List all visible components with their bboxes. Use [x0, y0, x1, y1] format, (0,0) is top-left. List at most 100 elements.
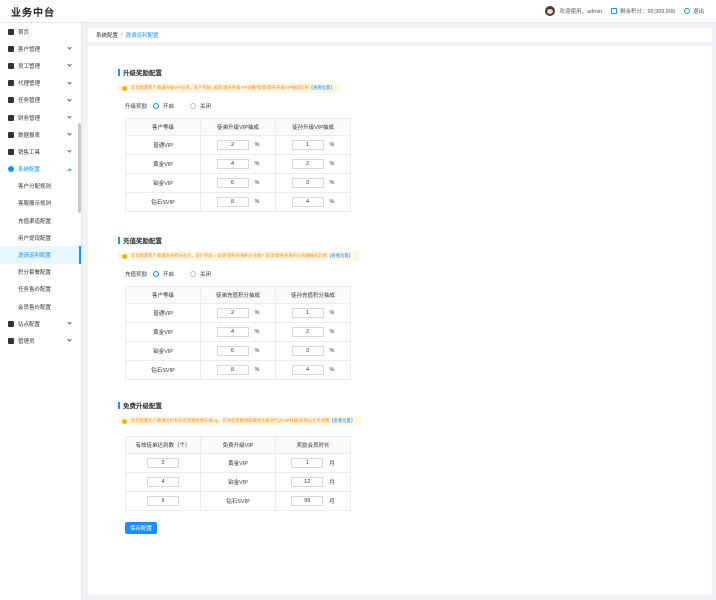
months-input[interactable]: 99: [291, 496, 324, 506]
column-header: 客户等级: [125, 286, 201, 304]
share-icon: [8, 320, 14, 327]
sidebar-item-label: 数据报表: [18, 132, 41, 139]
radio-on[interactable]: 开启: [153, 102, 174, 110]
upgrade-switch: 升级奖励 开启 关闭: [118, 102, 351, 110]
unit-label: %: [329, 329, 335, 335]
save-button[interactable]: 保存配置: [125, 522, 157, 534]
cell: 2%: [200, 135, 276, 155]
radio-off[interactable]: 关闭: [190, 102, 211, 110]
sidebar-item-agents[interactable]: 代理管理: [0, 75, 81, 92]
view-location-link[interactable]: 【查看位置】: [309, 85, 335, 91]
home-icon: [8, 28, 14, 35]
unit-label: %: [254, 180, 260, 186]
percent-input[interactable]: 4: [291, 197, 324, 207]
sidebar-item-finance[interactable]: 财务管理: [0, 109, 81, 126]
level-cell: 铂金VIP: [125, 341, 201, 361]
level-cell: 黄金VIP: [125, 154, 201, 174]
months-input[interactable]: 1: [291, 458, 324, 468]
notice-banner: 您可配置客户邀请充值积分返点，客户奖励 = 徒弟/徒孙充值积分金额 * 徒弟/徒…: [118, 251, 359, 261]
percent-input[interactable]: 8: [216, 197, 249, 207]
radio-label: 开启: [163, 104, 175, 110]
cell: 12 月: [275, 472, 351, 492]
percent-input[interactable]: 6: [216, 346, 249, 356]
sidebar-subitem[interactable]: 任务售价配置: [0, 281, 81, 298]
radio-unchecked-icon: [190, 103, 197, 109]
sidebar-item-label: 管理员: [18, 338, 35, 345]
sidebar-item-label: 客户管理: [18, 46, 41, 53]
sidebar-item-tasks[interactable]: 任务管理: [0, 92, 81, 109]
sidebar-item-sales-tools[interactable]: 销售工具: [0, 143, 81, 160]
table-row: 黄金VIP 4% 2%: [125, 154, 351, 174]
points-text: 剩余积分：99,999,999: [619, 9, 675, 15]
unit-label: 月: [329, 461, 335, 467]
percent-input[interactable]: 2: [216, 140, 249, 150]
table-row: 普通VIP 2% 1%: [125, 135, 351, 155]
sidebar-item-site-config[interactable]: 站点配置: [0, 315, 81, 332]
view-location-link[interactable]: 【查看位置】: [329, 418, 355, 424]
percent-input[interactable]: 8: [216, 365, 249, 375]
sidebar-item-home[interactable]: 首页: [0, 23, 81, 40]
radio-checked-icon: [153, 103, 160, 109]
recharge-section: 充值奖励配置 您可配置客户邀请充值积分返点，客户奖励 = 徒弟/徒孙充值积分金额…: [118, 235, 359, 380]
logout-button[interactable]: 退出: [683, 7, 704, 15]
cell: 6: [125, 491, 201, 511]
percent-input[interactable]: 1: [291, 308, 324, 318]
unit-label: 月: [329, 499, 335, 505]
sidebar-subitem-active[interactable]: 邀请返利配置: [0, 246, 81, 264]
sidebar-item-customers[interactable]: 客户管理: [0, 40, 81, 57]
sidebar-subitem[interactable]: 积分套餐配置: [0, 264, 81, 281]
sidebar-item-admins[interactable]: 管理员: [0, 332, 81, 349]
radio-label: 关闭: [200, 104, 212, 110]
cell: 2: [125, 453, 201, 473]
breadcrumb-parent[interactable]: 系统配置: [96, 31, 118, 39]
percent-input[interactable]: 2: [291, 327, 324, 337]
settings-icon: [8, 166, 14, 173]
cell: 6%: [200, 341, 276, 361]
chevron-down-icon: [67, 131, 72, 136]
sidebar-item-label: 站点配置: [18, 321, 41, 328]
report-icon: [8, 131, 14, 138]
sidebar-subitem[interactable]: 充值渠道配置: [0, 212, 81, 229]
sidebar-item-system-config[interactable]: 系统配置: [0, 161, 81, 178]
sidebar-item-employees[interactable]: 员工管理: [0, 57, 81, 74]
percent-input[interactable]: 4: [216, 159, 249, 169]
view-location-link[interactable]: 【查看位置】: [327, 253, 353, 259]
percent-input[interactable]: 4: [216, 327, 249, 337]
percent-input[interactable]: 6: [216, 178, 249, 188]
sidebar-subitem[interactable]: 客服展示规则: [0, 195, 81, 212]
unit-label: %: [329, 142, 335, 148]
percent-input[interactable]: 3: [291, 178, 324, 188]
sidebar-subitem[interactable]: 客户分配规则: [0, 178, 81, 195]
level-cell: 普通VIP: [125, 135, 201, 155]
count-input[interactable]: 6: [147, 496, 179, 506]
level-cell: 钻石SVIP: [125, 192, 201, 212]
radio-off[interactable]: 关闭: [190, 270, 211, 278]
user-menu[interactable]: 欢迎使用，admin: [545, 6, 602, 16]
count-input[interactable]: 2: [147, 458, 179, 468]
sidebar-subitem[interactable]: 会员售价配置: [0, 298, 81, 315]
level-cell: 铂金VIP: [125, 173, 201, 193]
count-input[interactable]: 4: [147, 477, 179, 487]
vip-cell: 钻石SVIP: [200, 491, 276, 511]
sidebar-item-reports[interactable]: 数据报表: [0, 126, 81, 143]
column-header: 徒孙充值积分抽成: [275, 286, 351, 304]
months-input[interactable]: 12: [291, 477, 324, 487]
percent-input[interactable]: 3: [291, 346, 324, 356]
chevron-down-icon: [67, 148, 72, 153]
unit-label: %: [329, 310, 335, 316]
breadcrumb: 系统配置 / 邀请返利配置: [88, 28, 712, 42]
radio-on[interactable]: 开启: [153, 270, 174, 278]
percent-input[interactable]: 1: [291, 140, 324, 150]
percent-input[interactable]: 4: [291, 365, 324, 375]
sidebar-subitem[interactable]: 用户提现配置: [0, 229, 81, 246]
points-display: 剩余积分：99,999,999: [610, 7, 675, 15]
logout-label: 退出: [692, 9, 704, 15]
percent-input[interactable]: 2: [216, 308, 249, 318]
sidebar-scrollbar[interactable]: [78, 123, 81, 213]
cell: 2%: [275, 322, 351, 342]
percent-input[interactable]: 2: [291, 159, 324, 169]
cell: 4%: [275, 360, 351, 380]
level-cell: 普通VIP: [125, 303, 201, 323]
breadcrumb-separator: /: [121, 32, 123, 38]
tool-icon: [8, 148, 14, 155]
